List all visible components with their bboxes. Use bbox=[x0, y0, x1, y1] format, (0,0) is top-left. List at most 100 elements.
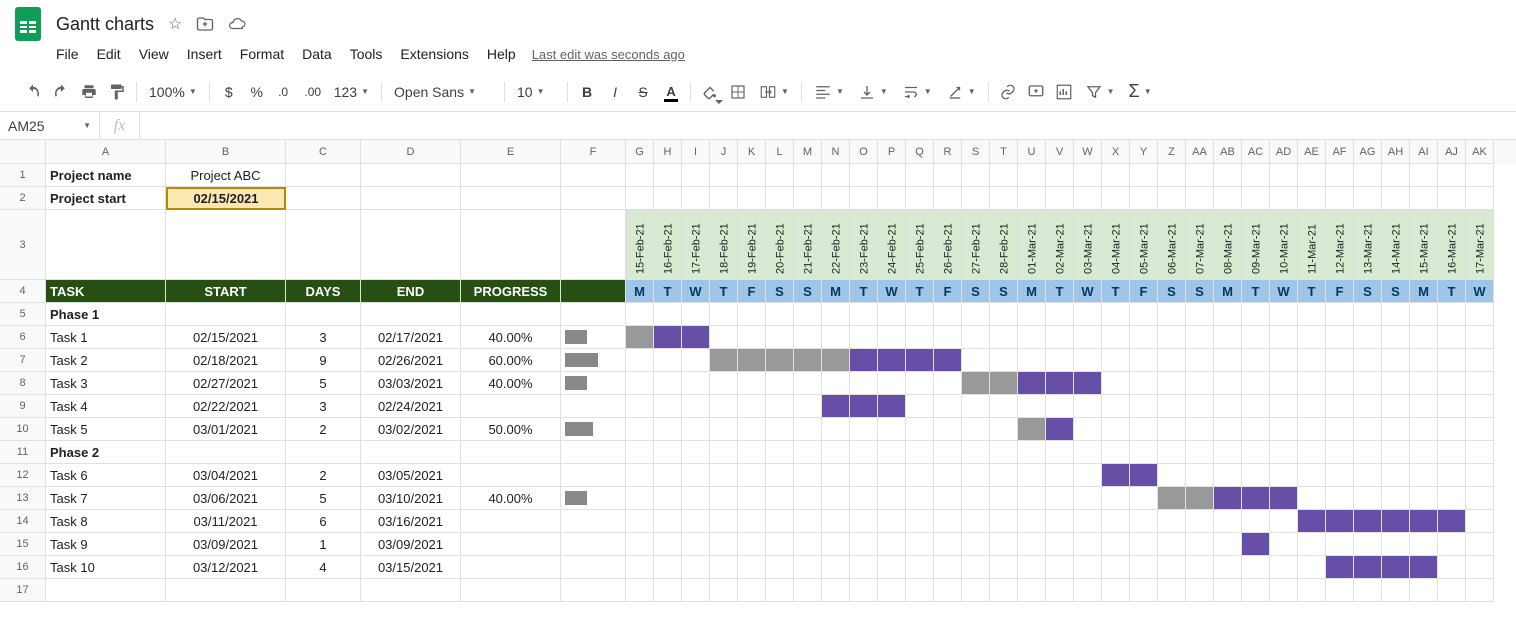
gantt-cell[interactable] bbox=[962, 464, 990, 487]
task-name[interactable]: Task 1 bbox=[46, 326, 166, 349]
gantt-cell[interactable] bbox=[906, 556, 934, 579]
gantt-cell[interactable] bbox=[1158, 487, 1186, 510]
cell[interactable] bbox=[682, 164, 710, 187]
gantt-cell[interactable] bbox=[1270, 510, 1298, 533]
task-name[interactable]: Task 7 bbox=[46, 487, 166, 510]
task-days[interactable]: 3 bbox=[286, 326, 361, 349]
cell[interactable] bbox=[461, 210, 561, 280]
gantt-cell[interactable] bbox=[682, 349, 710, 372]
menu-insert[interactable]: Insert bbox=[179, 42, 230, 66]
gantt-cell[interactable] bbox=[1186, 510, 1214, 533]
gantt-cell[interactable] bbox=[1410, 303, 1438, 326]
gantt-cell[interactable] bbox=[682, 372, 710, 395]
task-days[interactable]: 5 bbox=[286, 372, 361, 395]
cell[interactable] bbox=[286, 187, 361, 210]
cell[interactable] bbox=[1130, 187, 1158, 210]
task-days[interactable]: 6 bbox=[286, 510, 361, 533]
gantt-cell[interactable] bbox=[822, 579, 850, 602]
task-name[interactable]: Task 8 bbox=[46, 510, 166, 533]
gantt-cell[interactable] bbox=[1382, 303, 1410, 326]
column-header[interactable]: A bbox=[46, 140, 166, 164]
gantt-cell[interactable] bbox=[1298, 395, 1326, 418]
day-of-week-header[interactable]: S bbox=[990, 280, 1018, 303]
gantt-cell[interactable] bbox=[766, 464, 794, 487]
date-header[interactable]: 03-Mar-21 bbox=[1074, 210, 1102, 280]
gantt-cell[interactable] bbox=[1158, 510, 1186, 533]
gantt-cell[interactable] bbox=[1130, 303, 1158, 326]
gantt-cell[interactable] bbox=[1410, 533, 1438, 556]
column-header[interactable]: M bbox=[794, 140, 822, 164]
cell[interactable] bbox=[1354, 187, 1382, 210]
date-header[interactable]: 09-Mar-21 bbox=[1242, 210, 1270, 280]
date-header[interactable]: 20-Feb-21 bbox=[766, 210, 794, 280]
gantt-cell[interactable] bbox=[1270, 556, 1298, 579]
menu-edit[interactable]: Edit bbox=[89, 42, 129, 66]
gantt-cell[interactable] bbox=[682, 418, 710, 441]
task-start[interactable]: 02/27/2021 bbox=[166, 372, 286, 395]
gantt-cell[interactable] bbox=[794, 579, 822, 602]
gantt-cell[interactable] bbox=[1130, 372, 1158, 395]
task-progress[interactable] bbox=[461, 556, 561, 579]
date-header[interactable]: 15-Feb-21 bbox=[626, 210, 654, 280]
gantt-cell[interactable] bbox=[1298, 418, 1326, 441]
gantt-cell[interactable] bbox=[738, 579, 766, 602]
gantt-cell[interactable] bbox=[1158, 441, 1186, 464]
document-title[interactable]: Gantt charts bbox=[56, 14, 154, 35]
gantt-cell[interactable] bbox=[1382, 372, 1410, 395]
column-header[interactable]: N bbox=[822, 140, 850, 164]
gantt-cell[interactable] bbox=[1270, 533, 1298, 556]
column-header[interactable]: Q bbox=[906, 140, 934, 164]
gantt-cell[interactable] bbox=[1298, 510, 1326, 533]
gantt-cell[interactable] bbox=[1018, 372, 1046, 395]
gantt-cell[interactable] bbox=[934, 556, 962, 579]
gantt-cell[interactable] bbox=[1410, 418, 1438, 441]
gantt-cell[interactable] bbox=[1102, 487, 1130, 510]
day-of-week-header[interactable]: T bbox=[1046, 280, 1074, 303]
gantt-cell[interactable] bbox=[1354, 441, 1382, 464]
gantt-cell[interactable] bbox=[1242, 441, 1270, 464]
date-header[interactable]: 07-Mar-21 bbox=[1186, 210, 1214, 280]
cell[interactable] bbox=[682, 187, 710, 210]
task-name[interactable]: Task 5 bbox=[46, 418, 166, 441]
gantt-cell[interactable] bbox=[710, 533, 738, 556]
cell[interactable] bbox=[1130, 164, 1158, 187]
date-header[interactable]: 11-Mar-21 bbox=[1298, 210, 1326, 280]
gantt-cell[interactable] bbox=[794, 556, 822, 579]
column-header[interactable]: AA bbox=[1186, 140, 1214, 164]
column-headers[interactable]: ABCDEFGHIJKLMNOPQRSTUVWXYZAAABACADAEAFAG… bbox=[46, 140, 1516, 164]
gantt-cell[interactable] bbox=[1046, 372, 1074, 395]
gantt-cell[interactable] bbox=[626, 510, 654, 533]
gantt-cell[interactable] bbox=[1046, 395, 1074, 418]
column-header[interactable]: AE bbox=[1298, 140, 1326, 164]
gantt-cell[interactable] bbox=[682, 510, 710, 533]
gantt-cell[interactable] bbox=[738, 533, 766, 556]
gantt-cell[interactable] bbox=[850, 441, 878, 464]
gantt-cell[interactable] bbox=[1018, 487, 1046, 510]
gantt-cell[interactable] bbox=[1438, 579, 1466, 602]
date-header[interactable]: 23-Feb-21 bbox=[850, 210, 878, 280]
gantt-cell[interactable] bbox=[990, 579, 1018, 602]
gantt-cell[interactable] bbox=[878, 464, 906, 487]
column-header[interactable]: AI bbox=[1410, 140, 1438, 164]
cell[interactable] bbox=[794, 164, 822, 187]
cell[interactable] bbox=[766, 164, 794, 187]
cell[interactable] bbox=[1046, 164, 1074, 187]
gantt-cell[interactable] bbox=[1102, 418, 1130, 441]
gantt-cell[interactable] bbox=[934, 418, 962, 441]
row-header[interactable]: 10 bbox=[0, 418, 46, 441]
day-of-week-header[interactable]: T bbox=[1242, 280, 1270, 303]
font-family-dropdown[interactable]: Open Sans▼ bbox=[388, 79, 498, 105]
task-start[interactable]: 02/22/2021 bbox=[166, 395, 286, 418]
gantt-cell[interactable] bbox=[1046, 464, 1074, 487]
gantt-cell[interactable] bbox=[794, 464, 822, 487]
task-progress[interactable]: 60.00% bbox=[461, 349, 561, 372]
gantt-cell[interactable] bbox=[1270, 395, 1298, 418]
gantt-cell[interactable] bbox=[1326, 303, 1354, 326]
day-of-week-header[interactable]: F bbox=[1326, 280, 1354, 303]
task-start[interactable]: 03/01/2021 bbox=[166, 418, 286, 441]
gantt-cell[interactable] bbox=[1242, 510, 1270, 533]
day-of-week-header[interactable]: W bbox=[1074, 280, 1102, 303]
gantt-cell[interactable] bbox=[1186, 487, 1214, 510]
gantt-cell[interactable] bbox=[1242, 464, 1270, 487]
gantt-cell[interactable] bbox=[1186, 349, 1214, 372]
